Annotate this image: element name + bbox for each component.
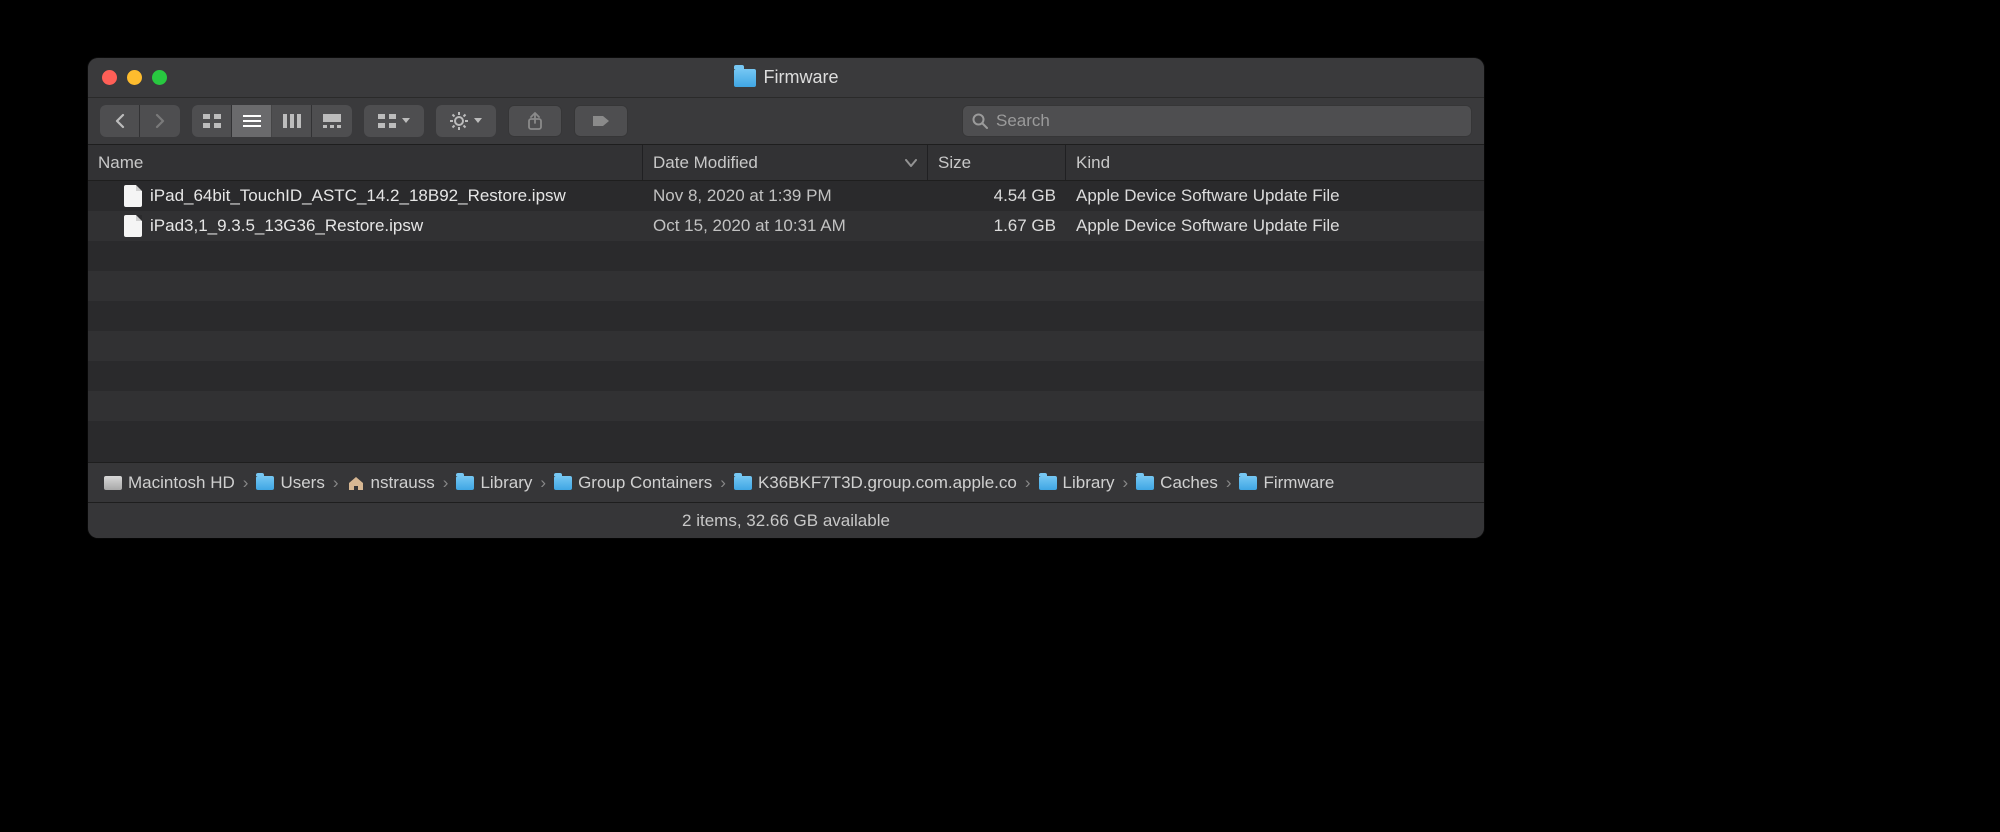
tag-icon: [591, 114, 611, 128]
path-crumb[interactable]: Group Containers: [554, 473, 712, 493]
search-icon: [972, 113, 988, 129]
path-crumb[interactable]: Macintosh HD: [104, 473, 235, 493]
back-button[interactable]: [100, 105, 140, 137]
forward-button[interactable]: [140, 105, 180, 137]
file-kind: Apple Device Software Update File: [1066, 186, 1484, 206]
path-bar: Macintosh HD › Users › nstrauss › Librar…: [88, 462, 1484, 502]
file-list: iPad_64bit_TouchID_ASTC_14.2_18B92_Resto…: [88, 181, 1484, 462]
folder-icon: [1136, 476, 1154, 490]
file-name: iPad_64bit_TouchID_ASTC_14.2_18B92_Resto…: [150, 186, 566, 206]
file-kind: Apple Device Software Update File: [1066, 216, 1484, 236]
column-header-kind[interactable]: Kind: [1066, 145, 1484, 180]
window-controls: [102, 70, 167, 85]
action-button[interactable]: [436, 105, 496, 137]
chevron-down-icon: [905, 159, 917, 167]
path-crumb[interactable]: K36BKF7T3D.group.com.apple.co: [734, 473, 1017, 493]
path-separator: ›: [1226, 473, 1232, 493]
gear-icon: [450, 112, 468, 130]
toolbar: [88, 98, 1484, 145]
chevron-down-icon: [474, 118, 482, 124]
arrange-button-group: [364, 105, 424, 137]
tags-button[interactable]: [574, 105, 628, 137]
path-separator: ›: [243, 473, 249, 493]
file-icon: [124, 185, 142, 207]
path-separator: ›: [540, 473, 546, 493]
share-icon: [527, 112, 543, 130]
path-separator: ›: [1025, 473, 1031, 493]
file-date: Nov 8, 2020 at 1:39 PM: [643, 186, 928, 206]
table-row[interactable]: iPad_64bit_TouchID_ASTC_14.2_18B92_Resto…: [88, 181, 1484, 211]
icon-view-button[interactable]: [192, 105, 232, 137]
arrange-button[interactable]: [364, 105, 424, 137]
folder-icon: [256, 476, 274, 490]
path-separator: ›: [1123, 473, 1129, 493]
share-button[interactable]: [508, 105, 562, 137]
file-icon: [124, 215, 142, 237]
file-size: 4.54 GB: [928, 186, 1066, 206]
chevron-down-icon: [402, 118, 410, 124]
finder-window: Firmware: [88, 58, 1484, 538]
table-row[interactable]: iPad3,1_9.3.5_13G36_Restore.ipsw Oct 15,…: [88, 211, 1484, 241]
view-mode-buttons: [192, 105, 352, 137]
home-icon: [347, 475, 365, 491]
close-button[interactable]: [102, 70, 117, 85]
gallery-view-button[interactable]: [312, 105, 352, 137]
minimize-button[interactable]: [127, 70, 142, 85]
file-size: 1.67 GB: [928, 216, 1066, 236]
disk-icon: [104, 476, 122, 490]
window-title: Firmware: [88, 67, 1484, 88]
list-view-button[interactable]: [232, 105, 272, 137]
folder-icon: [734, 476, 752, 490]
column-header-date[interactable]: Date Modified: [643, 145, 928, 180]
path-crumb[interactable]: nstrauss: [347, 473, 435, 493]
nav-buttons: [100, 105, 180, 137]
path-separator: ›: [720, 473, 726, 493]
file-date: Oct 15, 2020 at 10:31 AM: [643, 216, 928, 236]
column-header-name[interactable]: Name: [88, 145, 643, 180]
zoom-button[interactable]: [152, 70, 167, 85]
titlebar: Firmware: [88, 58, 1484, 98]
folder-icon: [1239, 476, 1257, 490]
window-title-text: Firmware: [764, 67, 839, 88]
folder-icon: [1039, 476, 1057, 490]
path-crumb[interactable]: Firmware: [1239, 473, 1334, 493]
path-separator: ›: [333, 473, 339, 493]
path-crumb[interactable]: Caches: [1136, 473, 1218, 493]
folder-icon: [554, 476, 572, 490]
path-separator: ›: [443, 473, 449, 493]
action-button-group: [436, 105, 496, 137]
status-text: 2 items, 32.66 GB available: [682, 511, 890, 531]
column-header-size[interactable]: Size: [928, 145, 1066, 180]
path-crumb[interactable]: Users: [256, 473, 324, 493]
status-bar: 2 items, 32.66 GB available: [88, 502, 1484, 538]
column-headers: Name Date Modified Size Kind: [88, 145, 1484, 181]
search-input[interactable]: [996, 111, 1462, 131]
folder-icon: [456, 476, 474, 490]
search-field[interactable]: [962, 105, 1472, 137]
folder-icon: [734, 69, 756, 87]
path-crumb[interactable]: Library: [456, 473, 532, 493]
path-crumb[interactable]: Library: [1039, 473, 1115, 493]
file-name: iPad3,1_9.3.5_13G36_Restore.ipsw: [150, 216, 423, 236]
column-view-button[interactable]: [272, 105, 312, 137]
